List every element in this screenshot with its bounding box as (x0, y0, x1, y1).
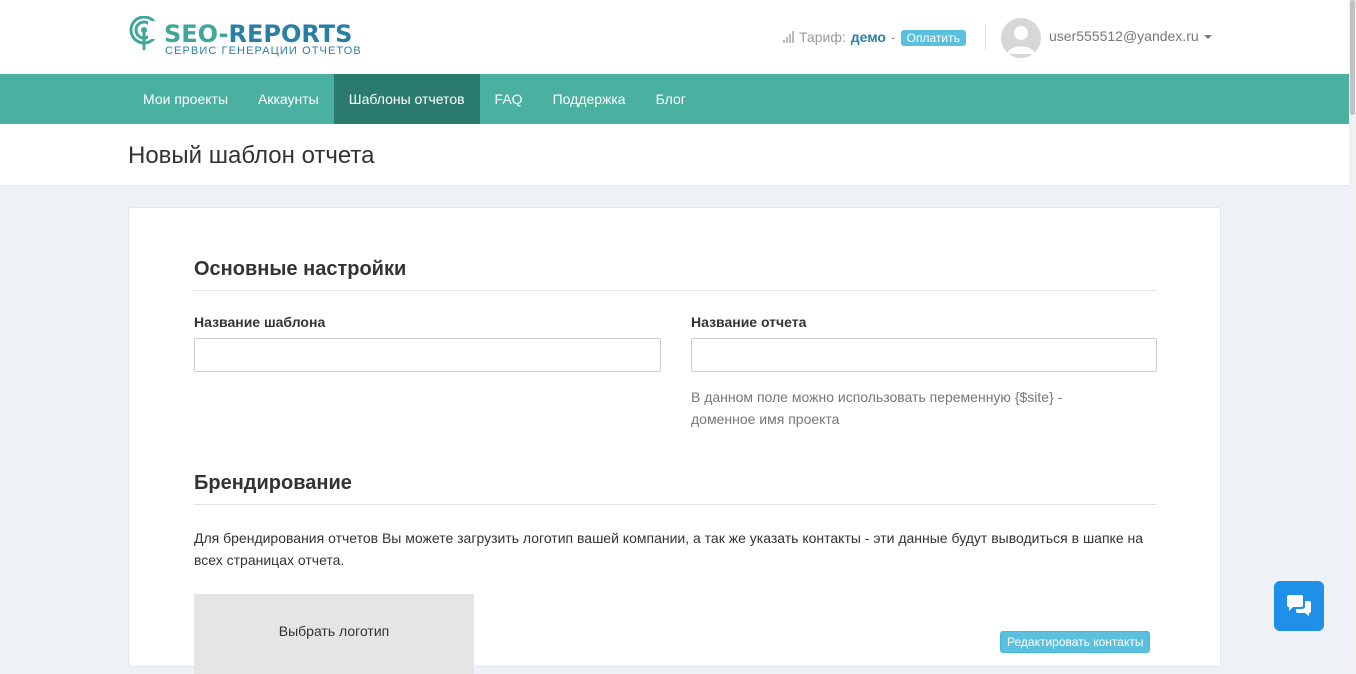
header-divider (985, 24, 986, 50)
template-name-input[interactable] (194, 338, 661, 372)
caret-down-icon (1203, 35, 1212, 40)
user-email: user555512@yandex.ru (1049, 28, 1199, 44)
tariff-info: Тариф: демо - Оплатить (783, 28, 966, 46)
user-menu[interactable]: user555512@yandex.ru (1049, 28, 1212, 44)
report-name-label: Название отчета (691, 314, 807, 330)
logo-title: SEO-REPORTS (164, 20, 353, 48)
tariff-separator: - (890, 29, 896, 45)
nav-item-projects[interactable]: Мои проекты (128, 74, 243, 124)
nav-item-support[interactable]: Поддержка (538, 74, 641, 124)
nav-item-accounts[interactable]: Аккаунты (243, 74, 334, 124)
edit-contacts-button[interactable]: Редактировать контакты (1000, 631, 1151, 653)
logo-subtitle: СЕРВИС ГЕНЕРАЦИИ ОТЧЕТОВ (165, 45, 362, 57)
tariff-value[interactable]: демо (851, 29, 886, 45)
template-form-card: Основные настройки Название шаблона Назв… (128, 207, 1221, 674)
page-scrollbar[interactable] (1349, 0, 1356, 657)
signal-tower-icon (129, 16, 160, 50)
nav-item-blog[interactable]: Блог (641, 74, 701, 124)
nav-item-report-templates[interactable]: Шаблоны отчетов (333, 74, 480, 124)
page-title: Новый шаблон отчета (128, 142, 375, 169)
chat-widget-button[interactable] (1274, 581, 1324, 631)
section-divider (194, 290, 1157, 291)
main-nav: Мои проекты Аккаунты Шаблоны отчетов FAQ… (0, 74, 1349, 124)
template-name-label: Название шаблона (194, 314, 326, 330)
user-avatar-icon[interactable] (1001, 18, 1041, 58)
report-name-input[interactable] (691, 338, 1157, 372)
signal-bars-icon (783, 31, 794, 43)
page-title-bar: Новый шаблон отчета (0, 124, 1349, 186)
choose-logo-button[interactable]: Выбрать логотип (194, 594, 474, 674)
pay-button[interactable]: Оплатить (900, 30, 966, 46)
nav-item-faq[interactable]: FAQ (480, 74, 538, 124)
chat-bubbles-icon (1287, 595, 1311, 616)
choose-logo-label: Выбрать логотип (278, 623, 390, 639)
section-divider (194, 504, 1157, 505)
branding-description: Для брендирования отчетов Вы можете загр… (194, 530, 1144, 568)
scrollbar-thumb[interactable] (1350, 0, 1355, 115)
branding-heading: Брендирование (194, 472, 352, 494)
report-name-help: В данном поле можно использовать перемен… (691, 389, 1063, 427)
basic-settings-heading: Основные настройки (194, 258, 407, 280)
top-header: SEO-REPORTS СЕРВИС ГЕНЕРАЦИИ ОТЧЕТОВ Тар… (0, 0, 1349, 74)
tariff-label: Тариф: (799, 29, 846, 45)
